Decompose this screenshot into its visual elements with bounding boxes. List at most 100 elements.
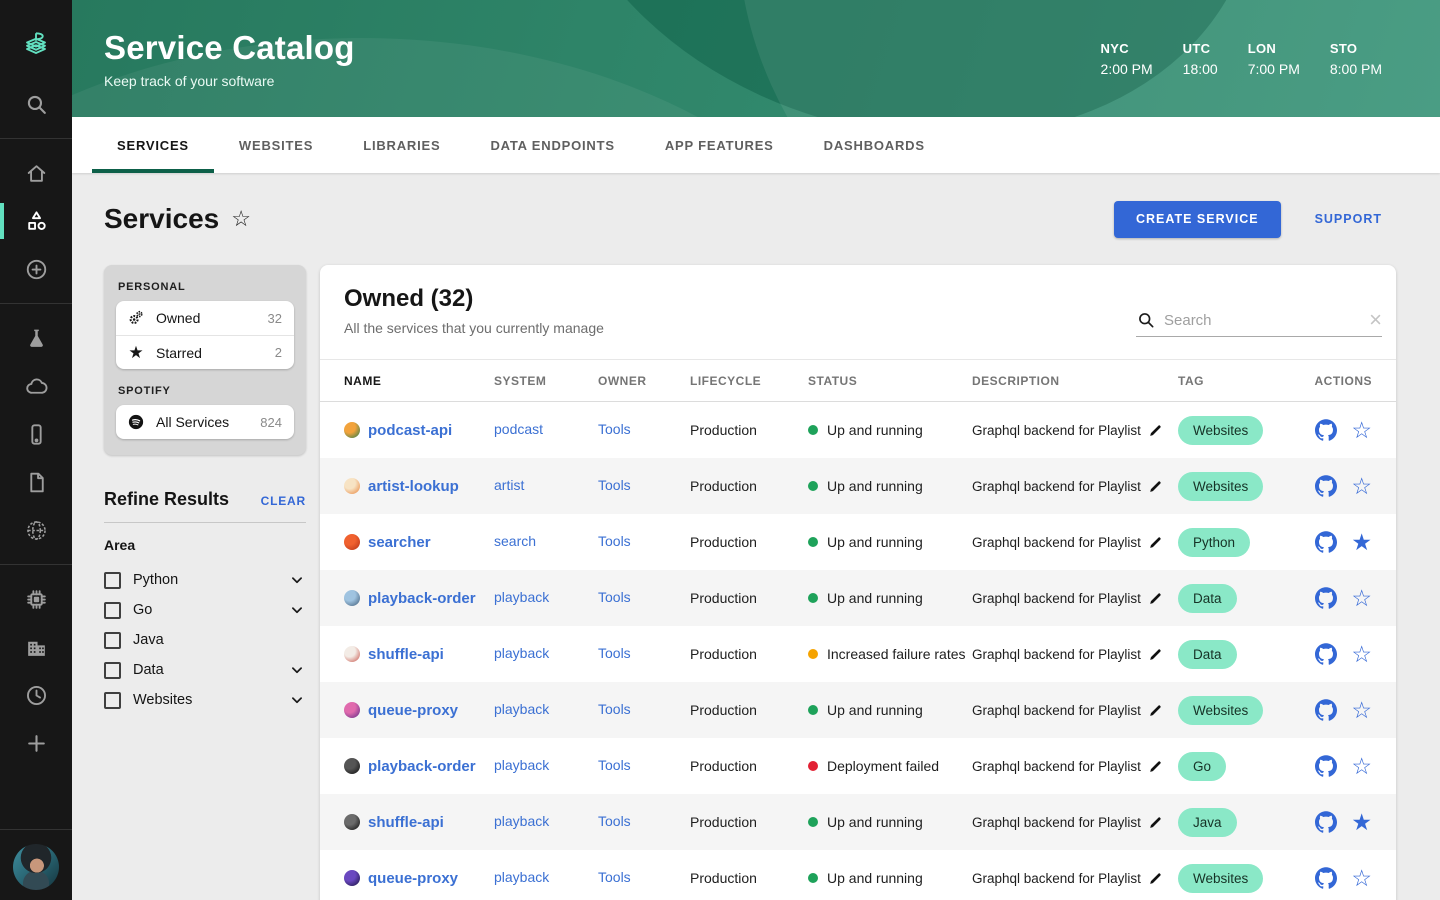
- tag-pill[interactable]: Websites: [1178, 471, 1264, 501]
- system-link[interactable]: playback: [494, 869, 549, 885]
- user-avatar[interactable]: [13, 844, 59, 890]
- star-outline-icon[interactable]: ☆: [1351, 474, 1372, 498]
- owner-link[interactable]: Tools: [598, 701, 631, 717]
- owner-link[interactable]: Tools: [598, 589, 631, 605]
- sidebar-item-catalog[interactable]: [0, 197, 72, 245]
- sidebar-item-chip[interactable]: [0, 575, 72, 623]
- system-link[interactable]: playback: [494, 645, 549, 661]
- service-name-link[interactable]: searcher: [368, 534, 431, 551]
- sidebar-item-phone[interactable]: [0, 410, 72, 458]
- service-name-link[interactable]: shuffle-api: [368, 814, 444, 831]
- system-link[interactable]: playback: [494, 589, 549, 605]
- owner-link[interactable]: Tools: [598, 645, 631, 661]
- edit-description-icon[interactable]: [1148, 647, 1163, 662]
- create-service-button[interactable]: CREATE SERVICE: [1113, 200, 1281, 238]
- sidebar-item-document[interactable]: [0, 458, 72, 506]
- tag-pill[interactable]: Websites: [1178, 695, 1264, 725]
- github-icon[interactable]: [1315, 699, 1338, 721]
- tab-dashboards[interactable]: DASHBOARDS: [799, 117, 950, 173]
- edit-description-icon[interactable]: [1148, 871, 1163, 886]
- github-icon[interactable]: [1315, 531, 1338, 553]
- owner-link[interactable]: Tools: [598, 533, 631, 549]
- system-link[interactable]: podcast: [494, 421, 543, 437]
- tag-pill[interactable]: Websites: [1178, 863, 1264, 893]
- filter-item-owned[interactable]: Owned 32: [116, 301, 294, 335]
- github-icon[interactable]: [1315, 643, 1338, 665]
- tag-pill[interactable]: Java: [1178, 807, 1237, 837]
- github-icon[interactable]: [1315, 755, 1338, 777]
- github-icon[interactable]: [1315, 587, 1338, 609]
- tag-pill[interactable]: Python: [1178, 527, 1251, 557]
- sidebar-item-flask[interactable]: [0, 314, 72, 362]
- tag-pill[interactable]: Data: [1178, 583, 1237, 613]
- owner-link[interactable]: Tools: [598, 477, 631, 493]
- sidebar-item-cloud[interactable]: [0, 362, 72, 410]
- star-outline-icon[interactable]: ☆: [1351, 866, 1372, 890]
- tab-libraries[interactable]: LIBRARIES: [338, 117, 465, 173]
- filter-item-starred[interactable]: ★ Starred 2: [116, 335, 294, 369]
- owner-link[interactable]: Tools: [598, 813, 631, 829]
- owner-link[interactable]: Tools: [598, 421, 631, 437]
- star-outline-icon[interactable]: ☆: [1351, 754, 1372, 778]
- edit-description-icon[interactable]: [1148, 535, 1163, 550]
- filter-item-all-services[interactable]: All Services 824: [116, 405, 294, 439]
- tag-pill[interactable]: Data: [1178, 639, 1237, 669]
- tag-pill[interactable]: Websites: [1178, 415, 1264, 445]
- chevron-down-icon[interactable]: [288, 691, 306, 709]
- sidebar-item-home[interactable]: [0, 149, 72, 197]
- tag-pill[interactable]: Go: [1178, 751, 1227, 781]
- sidebar-item-globe[interactable]: [0, 506, 72, 554]
- sidebar-item-search[interactable]: [0, 80, 72, 128]
- area-option-python[interactable]: Python: [104, 565, 306, 595]
- service-name-link[interactable]: playback-order: [368, 590, 476, 607]
- checkbox[interactable]: [104, 661, 121, 679]
- service-name-link[interactable]: playback-order: [368, 758, 476, 775]
- chevron-down-icon[interactable]: [288, 601, 306, 619]
- github-icon[interactable]: [1315, 811, 1338, 833]
- service-name-link[interactable]: podcast-api: [368, 422, 452, 439]
- edit-description-icon[interactable]: [1148, 759, 1163, 774]
- owner-link[interactable]: Tools: [598, 869, 631, 885]
- checkbox[interactable]: [104, 631, 121, 649]
- page-star-icon[interactable]: ☆: [231, 206, 251, 232]
- system-link[interactable]: artist: [494, 477, 524, 493]
- edit-description-icon[interactable]: [1148, 423, 1163, 438]
- chevron-down-icon[interactable]: [288, 571, 306, 589]
- github-icon[interactable]: [1315, 867, 1338, 889]
- tab-data-endpoints[interactable]: DATA ENDPOINTS: [465, 117, 639, 173]
- sidebar-item-plus[interactable]: [0, 719, 72, 767]
- service-name-link[interactable]: artist-lookup: [368, 478, 459, 495]
- edit-description-icon[interactable]: [1148, 479, 1163, 494]
- area-option-java[interactable]: Java: [104, 625, 306, 655]
- clear-filters-button[interactable]: CLEAR: [261, 494, 306, 508]
- owner-link[interactable]: Tools: [598, 757, 631, 773]
- service-name-link[interactable]: queue-proxy: [368, 870, 458, 887]
- tab-app-features[interactable]: APP FEATURES: [640, 117, 799, 173]
- star-outline-icon[interactable]: ☆: [1351, 418, 1372, 442]
- support-button[interactable]: SUPPORT: [1315, 212, 1382, 226]
- service-name-link[interactable]: queue-proxy: [368, 702, 458, 719]
- star-outline-icon[interactable]: ☆: [1351, 698, 1372, 722]
- github-icon[interactable]: [1315, 419, 1338, 441]
- area-option-websites[interactable]: Websites: [104, 685, 306, 715]
- github-icon[interactable]: [1315, 475, 1338, 497]
- system-link[interactable]: playback: [494, 701, 549, 717]
- edit-description-icon[interactable]: [1148, 591, 1163, 606]
- system-link[interactable]: playback: [494, 813, 549, 829]
- chevron-down-icon[interactable]: [288, 661, 306, 679]
- star-filled-icon[interactable]: ★: [1351, 810, 1372, 834]
- sidebar-item-clock[interactable]: [0, 671, 72, 719]
- edit-description-icon[interactable]: [1148, 703, 1163, 718]
- tab-services[interactable]: SERVICES: [92, 117, 214, 173]
- sidebar-item-plus-circle[interactable]: [0, 245, 72, 293]
- tab-websites[interactable]: WEBSITES: [214, 117, 338, 173]
- system-link[interactable]: search: [494, 533, 536, 549]
- area-option-go[interactable]: Go: [104, 595, 306, 625]
- edit-description-icon[interactable]: [1148, 815, 1163, 830]
- star-outline-icon[interactable]: ☆: [1351, 586, 1372, 610]
- clear-search-icon[interactable]: ×: [1369, 309, 1382, 331]
- system-link[interactable]: playback: [494, 757, 549, 773]
- area-option-data[interactable]: Data: [104, 655, 306, 685]
- star-outline-icon[interactable]: ☆: [1351, 642, 1372, 666]
- sidebar-item-building[interactable]: [0, 623, 72, 671]
